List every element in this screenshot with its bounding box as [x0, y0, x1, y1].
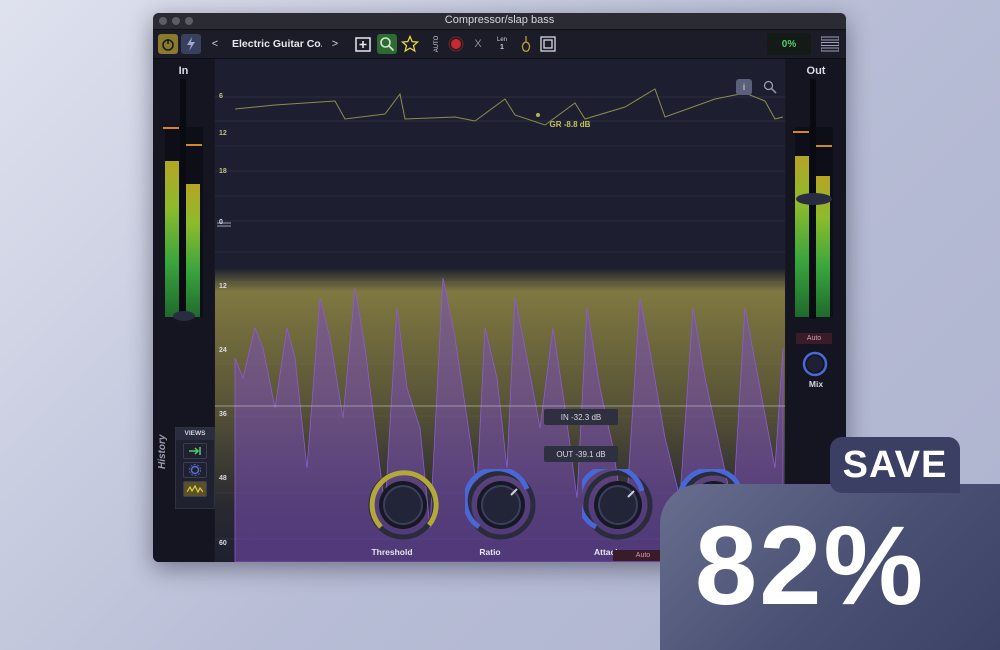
view-input-button[interactable] [183, 443, 207, 459]
preset-name[interactable]: Electric Guitar Co... [232, 34, 322, 54]
save-preset-button[interactable] [353, 34, 373, 54]
save-tag: SAVE [830, 437, 960, 493]
frame-icon [540, 36, 556, 52]
input-peak-right [186, 144, 202, 146]
power-icon [162, 39, 174, 51]
output-peak-right [816, 145, 832, 147]
waveform-icon [187, 484, 203, 494]
clear-button[interactable]: X [471, 34, 485, 54]
out-label: Out [806, 65, 826, 77]
threshold-knob[interactable] [367, 469, 439, 541]
bottom-scale-12: 12 [219, 283, 227, 290]
input-meter [163, 79, 203, 321]
search-icon [380, 37, 395, 52]
output-level-readout: OUT -39.1 dB [544, 446, 618, 462]
tuner-button[interactable] [516, 34, 536, 54]
record-icon [448, 36, 464, 52]
guitar-icon [521, 36, 531, 52]
prev-preset-button[interactable]: < [209, 34, 221, 54]
favorite-button[interactable] [400, 34, 420, 54]
gain-reduction-readout: GR -8.8 dB [549, 119, 591, 129]
star-icon [401, 35, 419, 53]
window-title: Compressor/slap bass [444, 14, 555, 26]
mix-knob[interactable] [802, 351, 828, 377]
len-label: Len [496, 37, 507, 43]
input-panel: In History VIEWS [153, 59, 215, 562]
menu-icon [821, 36, 839, 52]
in-label: In [178, 65, 189, 77]
len-value: 1 [500, 44, 504, 51]
search-button[interactable] [377, 34, 397, 54]
input-gain-handle[interactable] [173, 311, 195, 321]
add-preset-icon [355, 37, 371, 52]
ratio-label: Ratio [479, 547, 501, 557]
attack-knob[interactable] [576, 464, 654, 541]
view-waveform-button[interactable] [183, 481, 207, 497]
ratio-knob-dial [462, 466, 536, 540]
gear-icon [189, 464, 201, 476]
bottom-scale-36: 36 [219, 411, 227, 418]
input-meter-right [186, 184, 200, 317]
output-meter-left [795, 155, 809, 317]
bottom-scale-0: 0 [219, 219, 223, 226]
views-panel: VIEWS [175, 427, 215, 509]
cpu-percent: 0% [767, 33, 811, 55]
history-label: History [157, 434, 168, 469]
views-header: VIEWS [176, 428, 214, 440]
top-scale-18: 18 [219, 168, 227, 175]
bottom-scale-24: 24 [219, 347, 227, 354]
window-mode-button[interactable] [538, 34, 558, 54]
threshold-knob-dial [368, 470, 439, 540]
input-gain-slider[interactable] [180, 79, 186, 319]
auto-label: AUTO [434, 35, 440, 53]
output-peak-left [793, 131, 809, 133]
bottom-scale-48: 48 [219, 475, 227, 482]
input-peak-left [163, 127, 179, 129]
output-gain-handle[interactable] [796, 193, 832, 205]
toolbar: < Electric Guitar Co... > AUTO X Len 1 0… [153, 30, 846, 59]
output-auto-button[interactable]: Auto [796, 333, 832, 344]
next-preset-button[interactable]: > [329, 34, 341, 54]
plugin-window: Compressor/slap bass < Electric Guitar C… [153, 13, 846, 562]
output-meter [793, 79, 833, 319]
discount-value: 82% [694, 502, 926, 628]
view-knobs-button[interactable] [183, 462, 207, 478]
title-bar: Compressor/slap bass [153, 13, 846, 30]
arrow-right-icon [189, 447, 201, 455]
ratio-knob[interactable] [462, 466, 537, 541]
input-level-readout: IN -32.3 dB [544, 409, 618, 425]
bottom-scale-60: 60 [219, 540, 227, 547]
length-control[interactable]: Len 1 [493, 34, 511, 54]
threshold-label: Threshold [371, 547, 413, 557]
top-scale-6: 6 [219, 93, 223, 100]
top-scale-12: 12 [219, 130, 227, 137]
zoom-icon[interactable] [763, 80, 777, 94]
menu-button[interactable] [820, 34, 840, 54]
info-button[interactable]: i [736, 79, 752, 95]
mix-label: Mix [808, 379, 824, 389]
attack-knob-dial [576, 464, 653, 540]
bolt-button[interactable] [181, 34, 201, 54]
power-button[interactable] [158, 34, 178, 54]
lightning-icon [187, 37, 195, 51]
input-meter-left [165, 161, 179, 317]
record-button[interactable] [446, 34, 466, 54]
